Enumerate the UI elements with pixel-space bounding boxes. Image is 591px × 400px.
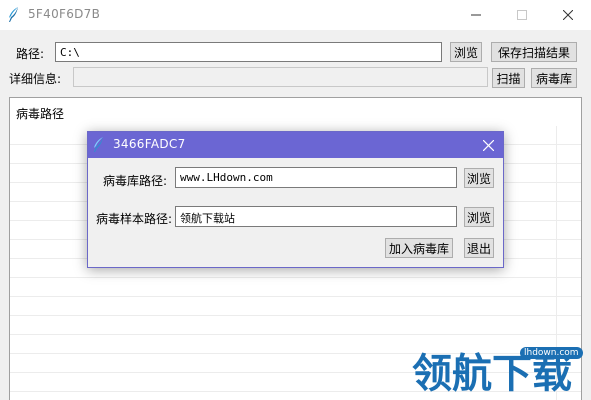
close-button[interactable]	[545, 0, 591, 30]
db-browse-button[interactable]: 浏览	[464, 168, 494, 188]
close-icon	[482, 139, 494, 151]
maximize-button[interactable]	[499, 0, 545, 30]
db-path-label: 病毒库路径:	[103, 174, 168, 188]
dialog-title: 3466FADC7	[113, 137, 186, 151]
close-icon	[563, 10, 573, 20]
main-window: 5F40F6D7B 路径: C:\ 浏览 保存扫描结果 详细信息: 扫描 病毒库…	[0, 0, 591, 400]
add-to-db-button[interactable]: 加入病毒库	[385, 238, 453, 258]
virus-db-button[interactable]: 病毒库	[531, 68, 577, 88]
watermark-logo: 领航下载 lhdown.com	[412, 347, 590, 400]
feather-icon	[94, 137, 103, 152]
add-virus-dialog: 3466FADC7 病毒库路径: www.LHdown.com 浏览 病毒样本路…	[87, 131, 504, 268]
scan-button[interactable]: 扫描	[492, 68, 525, 88]
path-input[interactable]: C:\	[55, 42, 442, 62]
details-label: 详细信息:	[9, 72, 62, 86]
db-path-input[interactable]: www.LHdown.com	[175, 167, 457, 188]
window-title: 5F40F6D7B	[28, 7, 101, 21]
sample-path-input[interactable]: 领航下载站	[175, 206, 457, 227]
sample-path-label: 病毒样本路径:	[96, 212, 173, 226]
details-field	[73, 67, 488, 87]
feather-icon	[9, 7, 18, 22]
title-bar[interactable]: 5F40F6D7B	[0, 0, 591, 30]
watermark-badge: lhdown.com	[520, 347, 583, 359]
column-header-virus-path[interactable]: 病毒路径	[16, 105, 64, 122]
minimize-icon	[471, 14, 481, 16]
path-label: 路径:	[16, 47, 45, 61]
sample-browse-button[interactable]: 浏览	[464, 207, 494, 227]
dialog-close-button[interactable]	[473, 132, 503, 158]
dialog-title-bar[interactable]: 3466FADC7	[88, 132, 503, 158]
minimize-button[interactable]	[453, 0, 499, 30]
maximize-icon	[517, 10, 527, 20]
save-results-button[interactable]: 保存扫描结果	[491, 42, 577, 62]
browse-button[interactable]: 浏览	[450, 42, 482, 62]
exit-button[interactable]: 退出	[464, 238, 494, 258]
